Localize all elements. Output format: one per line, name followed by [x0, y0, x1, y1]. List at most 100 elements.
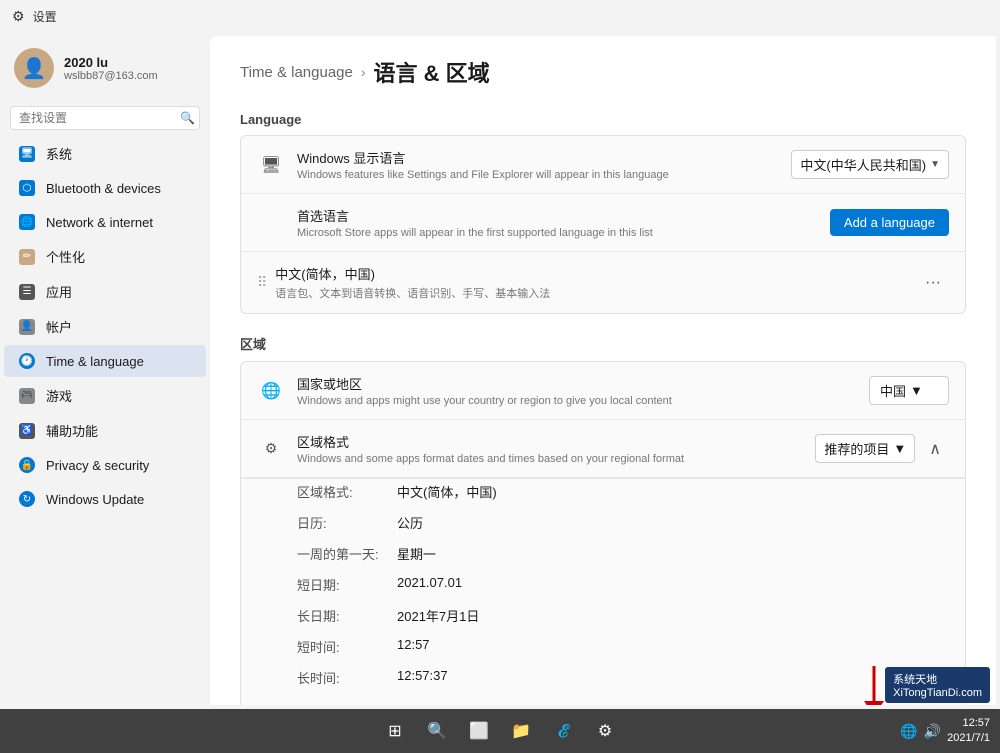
taskbar: ⊞ 🔍 ⬜ 📁 𝓔 ⚙ 🌐 🔊 12:57 2021/7/1 [0, 709, 1000, 753]
sidebar-item-time[interactable]: 🕐 Time & language [4, 345, 206, 377]
display-language-desc: Windows features like Settings and File … [297, 169, 779, 181]
display-language-dropdown[interactable]: 中文(中华人民共和国) ▼ [791, 150, 949, 179]
region-card: 🌐 国家或地区 Windows and apps might use your … [240, 361, 966, 705]
display-language-row: 🖥 Windows 显示语言 Windows features like Set… [241, 136, 965, 194]
sidebar-item-label: Network & internet [46, 215, 153, 230]
avatar: 👤 [14, 48, 54, 88]
sidebar-item-privacy[interactable]: 🔒 Privacy & security [4, 449, 206, 481]
accounts-icon: 👤 [18, 318, 36, 336]
country-row: 🌐 国家或地区 Windows and apps might use your … [241, 362, 965, 420]
format-icon: ⚙ [257, 435, 285, 463]
sidebar-item-label: Time & language [46, 354, 144, 369]
breadcrumb-sep: › [361, 64, 366, 80]
preferred-language-title: 首选语言 [297, 206, 818, 225]
format-field-label-3: 短日期: [297, 572, 397, 597]
format-field-value-5: 12:57 [397, 634, 949, 659]
bluetooth-icon: ⬡ [18, 179, 36, 197]
country-action: 中国 ▼ [869, 376, 949, 405]
preferred-language-action: Add a language [830, 209, 949, 236]
user-profile[interactable]: 👤 2020 lu wslbb87@163.com [0, 36, 210, 100]
sidebar-item-personalization[interactable]: ✏ 个性化 [4, 240, 206, 273]
privacy-icon: 🔒 [18, 456, 36, 474]
user-name: 2020 lu [64, 55, 158, 70]
chevron-down-icon: ▼ [893, 441, 906, 456]
search-icon: 🔍 [180, 111, 195, 125]
country-desc: Windows and apps might use your country … [297, 395, 857, 407]
volume-icon[interactable]: 🔊 [924, 723, 941, 740]
language-section-title: Language [240, 112, 966, 127]
sidebar-item-system[interactable]: 🖥 系统 [4, 137, 206, 170]
sidebar-item-gaming[interactable]: 🎮 游戏 [4, 379, 206, 412]
regional-format-action: 推荐的项目 ▼ ∧ [815, 434, 949, 463]
format-field-value-4: 2021年7月1日 [397, 603, 949, 628]
title-bar: ⚙ 设置 [0, 0, 1000, 32]
clock[interactable]: 12:57 2021/7/1 [947, 716, 990, 747]
watermark: 系统天地XiTongTianDi.com [885, 667, 990, 703]
preferred-language-desc: Microsoft Store apps will appear in the … [297, 227, 818, 239]
sidebar: 👤 2020 lu wslbb87@163.com 🔍 🖥 系统 ⬡ Bluet… [0, 32, 210, 709]
format-field-label-1: 日历: [297, 510, 397, 535]
drag-handle-icon[interactable]: ⠿ [257, 274, 267, 291]
taskbar-center: ⊞ 🔍 ⬜ 📁 𝓔 ⚙ [377, 713, 623, 749]
sidebar-item-bluetooth[interactable]: ⬡ Bluetooth & devices [4, 172, 206, 204]
country-content: 国家或地区 Windows and apps might use your co… [297, 374, 857, 407]
chinese-language-action: ··· [917, 270, 949, 296]
main-container: 👤 2020 lu wslbb87@163.com 🔍 🖥 系统 ⬡ Bluet… [0, 32, 1000, 709]
regional-format-dropdown[interactable]: 推荐的项目 ▼ [815, 434, 915, 463]
taskview-button[interactable]: ⬜ [461, 713, 497, 749]
sidebar-item-windows-update[interactable]: ↻ Windows Update [4, 483, 206, 515]
sidebar-item-accounts[interactable]: 👤 帐户 [4, 310, 206, 343]
sidebar-item-apps[interactable]: ☰ 应用 [4, 275, 206, 308]
search-box[interactable]: 🔍 [10, 106, 200, 130]
chinese-language-desc: 语言包、文本到语音转换、语音识别、手写、基本输入法 [275, 285, 905, 301]
accessibility-icon: ♿ [18, 422, 36, 440]
settings-taskbar-button[interactable]: ⚙ [587, 713, 623, 749]
add-language-button[interactable]: Add a language [830, 209, 949, 236]
content-area: Time & language › 语言 & 区域 Language 🖥 Win… [210, 36, 996, 705]
network-icon: 🌐 [18, 213, 36, 231]
search-button[interactable]: 🔍 [419, 713, 455, 749]
regional-format-row: ⚙ 区域格式 Windows and some apps format date… [241, 420, 965, 478]
globe-icon: 🌐 [257, 377, 285, 405]
format-field-label-4: 长日期: [297, 603, 397, 628]
edge-button[interactable]: 𝓔 [545, 713, 581, 749]
explorer-button[interactable]: 📁 [503, 713, 539, 749]
settings-icon: ⚙ [12, 8, 25, 25]
country-title: 国家或地区 [297, 374, 857, 393]
regional-format-desc: Windows and some apps format dates and t… [297, 453, 803, 465]
sidebar-item-accessibility[interactable]: ♿ 辅助功能 [4, 414, 206, 447]
regional-format-collapse[interactable]: ∧ [921, 435, 949, 463]
region-section-title: 区域 [240, 334, 966, 353]
network-tray-icon[interactable]: 🌐 [900, 723, 917, 740]
country-dropdown[interactable]: 中国 ▼ [869, 376, 949, 405]
user-info: 2020 lu wslbb87@163.com [64, 55, 158, 82]
system-icon: 🖥 [18, 145, 36, 163]
display-language-content: Windows 显示语言 Windows features like Setti… [297, 148, 779, 181]
user-email: wslbb87@163.com [64, 70, 158, 82]
more-options-button[interactable]: ··· [917, 270, 949, 296]
search-input[interactable] [19, 111, 174, 125]
preferred-language-content: 首选语言 Microsoft Store apps will appear in… [297, 206, 818, 239]
sidebar-item-label: 系统 [46, 144, 72, 163]
apps-icon: ☰ [18, 283, 36, 301]
start-button[interactable]: ⊞ [377, 713, 413, 749]
gaming-icon: 🎮 [18, 387, 36, 405]
format-field-value-3: 2021.07.01 [397, 572, 949, 597]
monitor-icon: 🖥 [257, 151, 285, 179]
sidebar-item-label: 应用 [46, 282, 72, 301]
display-language-action: 中文(中华人民共和国) ▼ [791, 150, 949, 179]
format-details: 区域格式: 中文(简体，中国) 日历: 公历 一周的第一天: 星期一 短日期: … [241, 478, 965, 705]
display-language-title: Windows 显示语言 [297, 148, 779, 167]
format-field-label-5: 短时间: [297, 634, 397, 659]
format-field-label-6: 长时间: [297, 665, 397, 690]
breadcrumb-parent[interactable]: Time & language [240, 64, 353, 81]
time-display: 12:57 [947, 716, 990, 731]
title-bar-text: 设置 [33, 8, 57, 25]
preferred-language-row: 首选语言 Microsoft Store apps will appear in… [241, 194, 965, 252]
format-field-value-0: 中文(简体，中国) [397, 479, 949, 504]
chevron-down-icon: ▼ [930, 159, 940, 170]
sidebar-item-label: Windows Update [46, 492, 144, 507]
sidebar-item-network[interactable]: 🌐 Network & internet [4, 206, 206, 238]
format-field-label-2: 一周的第一天: [297, 541, 397, 566]
sidebar-item-label: Privacy & security [46, 458, 149, 473]
